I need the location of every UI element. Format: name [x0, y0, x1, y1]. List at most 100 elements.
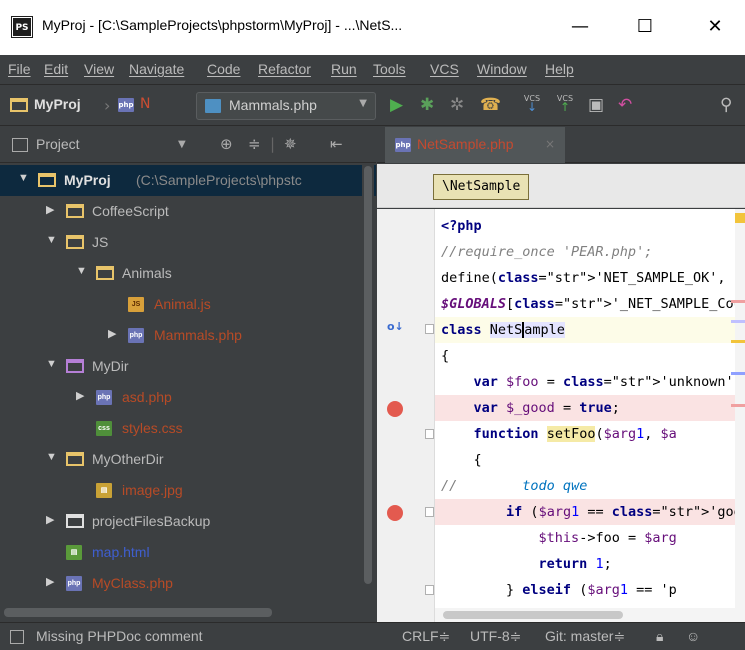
tree-item[interactable]: ▼ MyDir: [0, 351, 376, 382]
breakpoint-icon[interactable]: [387, 401, 403, 417]
editor-gutter[interactable]: o↓: [377, 209, 435, 622]
breakpoint-icon[interactable]: [387, 505, 403, 521]
fold-marker-icon[interactable]: [425, 324, 434, 334]
code-line[interactable]: define(class="str">'NET_SAMPLE_OK', 1);: [435, 265, 745, 291]
editor-scrollbar[interactable]: [735, 209, 745, 622]
collapse-all-icon[interactable]: ≑: [248, 135, 261, 153]
code-line[interactable]: //require_once 'PEAR.php';: [435, 239, 745, 265]
tab-netsample-php[interactable]: php NetSample.php ×: [385, 127, 565, 163]
chevron-right-icon[interactable]: ▶: [46, 513, 54, 526]
chevron-down-icon[interactable]: ▼: [46, 234, 57, 246]
scrollbar-thumb[interactable]: [364, 166, 372, 584]
editor-hscrollbar[interactable]: [435, 608, 745, 622]
revert-icon[interactable]: ↶: [618, 95, 632, 115]
menu-refactor[interactable]: Refactor: [258, 61, 311, 77]
tree-item[interactable]: ▼ MyOtherDir: [0, 444, 376, 475]
scrollbar-thumb[interactable]: [4, 608, 272, 617]
warning-stripe-mark[interactable]: [731, 340, 745, 343]
debug-icon[interactable]: ✱: [420, 95, 434, 115]
tree-item[interactable]: ▤ image.jpg: [0, 475, 376, 506]
error-stripe-mark[interactable]: [731, 300, 745, 303]
vcs-history-icon[interactable]: ▣: [588, 95, 604, 115]
usage-stripe-mark[interactable]: [731, 320, 745, 323]
scrollbar-thumb[interactable]: [443, 611, 623, 619]
tree-item[interactable]: css styles.css: [0, 413, 376, 444]
chevron-right-icon[interactable]: ▶: [76, 389, 84, 402]
php-file-icon[interactable]: php: [118, 98, 134, 112]
code-line[interactable]: function setFoo($arg1, $a: [435, 421, 745, 447]
code-line[interactable]: {: [435, 447, 745, 473]
listen-debug-icon[interactable]: ☎: [480, 95, 501, 115]
chevron-right-icon[interactable]: ▶: [108, 327, 116, 340]
chevron-down-icon[interactable]: ▼: [76, 265, 87, 277]
lock-icon[interactable]: 🔒︎: [656, 628, 663, 645]
tree-item[interactable]: ▶ projectFilesBackup: [0, 506, 376, 537]
close-button[interactable]: ✕: [690, 10, 740, 44]
menu-vcs[interactable]: VCS: [430, 61, 459, 77]
code-line[interactable]: // todo qwe: [435, 473, 745, 499]
menu-view[interactable]: View: [84, 61, 114, 77]
code-line[interactable]: <?php: [435, 213, 745, 239]
chevron-right-icon[interactable]: ▶: [46, 203, 54, 216]
vcs-branch-widget[interactable]: Git: master≑: [545, 628, 625, 645]
run-icon[interactable]: ▶: [390, 95, 403, 115]
code-line[interactable]: var $foo = class="str">'unknown';: [435, 369, 745, 395]
implements-icon[interactable]: o↓: [387, 320, 404, 333]
chevron-down-icon[interactable]: ▼: [46, 451, 57, 463]
minimize-button[interactable]: —: [555, 10, 605, 44]
menu-navigate[interactable]: Navigate: [129, 61, 184, 77]
close-icon[interactable]: ×: [545, 137, 555, 151]
inspector-icon[interactable]: ☺: [686, 628, 700, 644]
line-separator-widget[interactable]: CRLF≑: [402, 628, 450, 645]
inspection-status-icon[interactable]: [735, 213, 745, 223]
nav-file[interactable]: N: [140, 96, 150, 112]
fold-marker-icon[interactable]: [425, 507, 434, 517]
code-line[interactable]: var $_good = true;: [435, 395, 745, 421]
hide-panel-icon[interactable]: ⇤: [330, 135, 343, 153]
tree-item[interactable]: ▼ Animals: [0, 258, 376, 289]
fold-marker-icon[interactable]: [425, 585, 434, 595]
vcs-update-icon[interactable]: VCS ↓: [522, 94, 542, 113]
run-config-select[interactable]: Mammals.php ▼: [196, 92, 376, 120]
project-panel-title[interactable]: Project: [36, 136, 80, 152]
fold-marker-icon[interactable]: [425, 429, 434, 439]
code-line[interactable]: {: [435, 343, 745, 369]
menu-tools[interactable]: Tools: [373, 61, 406, 77]
tree-item[interactable]: ▶ CoffeeScript: [0, 196, 376, 227]
locate-icon[interactable]: ⊕: [220, 135, 233, 153]
code-line[interactable]: if ($arg1 == class="str">'good': [435, 499, 745, 525]
nav-project[interactable]: MyProj: [34, 96, 81, 112]
tool-windows-icon[interactable]: [10, 630, 24, 644]
search-icon[interactable]: ⚲: [720, 95, 732, 115]
gear-icon[interactable]: ✵: [284, 135, 297, 153]
usage-stripe-mark[interactable]: [731, 372, 745, 375]
chevron-down-icon[interactable]: ▼: [18, 172, 29, 184]
menu-code[interactable]: Code: [207, 61, 240, 77]
project-tree-hscrollbar[interactable]: [0, 604, 376, 622]
encoding-widget[interactable]: UTF-8≑: [470, 628, 521, 645]
breadcrumb[interactable]: \NetSample: [433, 174, 530, 200]
code-line[interactable]: return 1;: [435, 551, 745, 577]
maximize-button[interactable]: ☐: [620, 10, 670, 44]
code-line[interactable]: class NetS ample: [435, 317, 745, 343]
chevron-right-icon[interactable]: ▶: [46, 575, 54, 588]
tree-item[interactable]: ▼ MyProj (C:\SampleProjects\phpstc: [0, 165, 376, 196]
menu-run[interactable]: Run: [331, 61, 357, 77]
code-line[interactable]: $this->foo = $arg: [435, 525, 745, 551]
chevron-down-icon[interactable]: ▼: [46, 358, 57, 370]
code-line[interactable]: $GLOBALS[class="str">'_NET_SAMPLE_Count'…: [435, 291, 745, 317]
menu-edit[interactable]: Edit: [44, 61, 68, 77]
error-stripe-mark[interactable]: [731, 404, 745, 407]
code-line[interactable]: } elseif ($arg1 == 'p: [435, 577, 745, 603]
project-tree-scrollbar[interactable]: [362, 164, 374, 622]
chevron-down-icon[interactable]: ▼: [178, 139, 186, 150]
tree-item[interactable]: ▼ JS: [0, 227, 376, 258]
menu-window[interactable]: Window: [477, 61, 527, 77]
code-editor[interactable]: <?php//require_once 'PEAR.php'; define(cl…: [435, 209, 745, 622]
coverage-icon[interactable]: ✲: [450, 95, 464, 115]
menu-file[interactable]: File: [8, 61, 31, 77]
vcs-commit-icon[interactable]: VCS ↑: [555, 94, 575, 113]
tree-item[interactable]: JS Animal.js: [0, 289, 376, 320]
tree-item[interactable]: ▶ php Mammals.php: [0, 320, 376, 351]
tree-item[interactable]: ▤ map.html: [0, 537, 376, 568]
